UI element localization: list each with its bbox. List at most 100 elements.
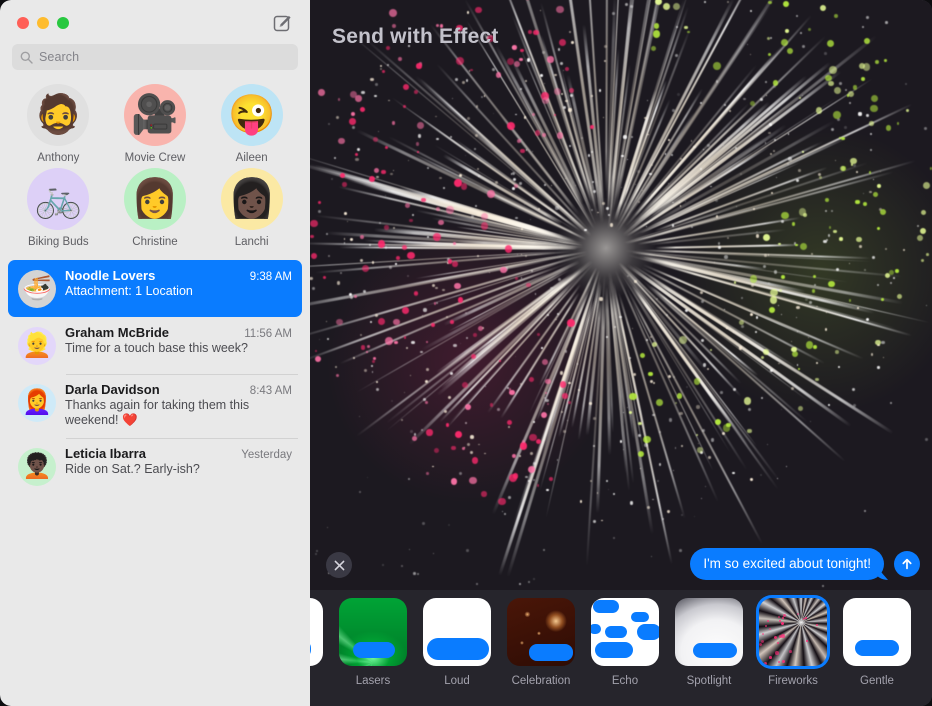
pinned-item-label: Lanchi xyxy=(234,236,269,248)
effect-thumbnail xyxy=(339,598,407,666)
conversation-preview: Attachment: 1 Location xyxy=(65,284,193,298)
mini-bubble xyxy=(637,624,659,640)
pinned-conversations-grid: 🧔 Anthony 🎥 Movie Crew 😜 Aileen 🚲 Biking… xyxy=(0,70,310,252)
pinned-item-label: Aileen xyxy=(235,152,268,164)
close-window-button[interactable] xyxy=(17,17,29,29)
effect-label: Loud xyxy=(444,675,470,687)
search-input[interactable]: Search xyxy=(12,44,298,70)
conversation-time: 11:56 AM xyxy=(244,328,292,340)
maximize-window-button[interactable] xyxy=(57,17,69,29)
conversation-time: 8:43 AM xyxy=(249,385,292,397)
effect-preview-stage: Send with Effect xyxy=(310,0,932,590)
compose-pencil-square-icon[interactable] xyxy=(273,13,294,34)
conversation-body: Darla Davidson 8:43 AM Thanks again for … xyxy=(65,382,292,429)
table-row[interactable]: 🧑🏿‍🦱 Leticia Ibarra Yesterday Ride on Sa… xyxy=(8,437,302,495)
effect-thumbnail xyxy=(310,598,323,666)
mini-bubble xyxy=(529,644,573,661)
conversation-header: Graham McBride 11:56 AM xyxy=(65,325,292,340)
mini-bubble xyxy=(593,600,619,613)
table-row[interactable]: 🍜 Noodle Lovers 9:38 AM Attachment: 1 Lo… xyxy=(8,260,302,317)
mini-bubble xyxy=(595,642,633,658)
effect-item-echo[interactable]: Echo xyxy=(591,598,659,687)
effect-thumbnail xyxy=(423,598,491,666)
effect-item-loud[interactable]: Loud xyxy=(423,598,491,687)
effect-item-spotlight[interactable]: Spotlight xyxy=(675,598,743,687)
conversation-name: Leticia Ibarra xyxy=(65,445,146,461)
pinned-item-lanchi[interactable]: 👩🏿 Lanchi xyxy=(203,168,300,248)
memoji-avatar: 🧔 xyxy=(27,84,90,146)
conversation-name: Graham McBride xyxy=(65,325,170,340)
mini-bubble xyxy=(310,640,311,658)
effect-item-fireworks[interactable]: Fireworks xyxy=(759,598,827,687)
minimize-window-button[interactable] xyxy=(37,17,49,29)
conversation-header: Darla Davidson 8:43 AM xyxy=(65,382,292,397)
effect-item-lasers[interactable]: Lasers xyxy=(339,598,407,687)
effect-item-celebration[interactable]: Celebration xyxy=(507,598,575,687)
conversation-preview: Thanks again for taking them this weeken… xyxy=(65,398,250,428)
pinned-item-anthony[interactable]: 🧔 Anthony xyxy=(10,84,107,164)
list-divider xyxy=(66,374,298,375)
effect-label: Echo xyxy=(611,675,639,687)
send-arrow-up-icon xyxy=(902,558,912,570)
effect-item-partial[interactable] xyxy=(310,598,323,687)
message-preview-row: I'm so excited about tonight! xyxy=(310,548,932,588)
pinned-item-aileen[interactable]: 😜 Aileen xyxy=(203,84,300,164)
search-icon xyxy=(20,51,33,64)
noodle-bowl-avatar: 🍜 xyxy=(18,270,56,308)
pinned-item-label: Christine xyxy=(132,236,178,248)
search-bar-wrapper: Search xyxy=(0,44,310,70)
titlebar xyxy=(0,0,310,44)
pinned-item-label: Biking Buds xyxy=(27,236,89,248)
effect-label: Spotlight xyxy=(686,675,732,687)
message-bubble: I'm so excited about tonight! xyxy=(690,548,884,580)
conversation-body: Noodle Lovers 9:38 AM Attachment: 1 Loca… xyxy=(65,268,292,308)
close-x-icon xyxy=(334,560,344,570)
conversation-header: Noodle Lovers 9:38 AM xyxy=(65,268,292,283)
bicycle-avatar: 🚲 xyxy=(27,168,90,230)
pinned-item-label: Anthony xyxy=(37,152,80,164)
sidebar: Search 🧔 Anthony 🎥 Movie Crew 😜 Aileen 🚲 xyxy=(0,0,310,706)
table-row[interactable]: 👩‍🦰 Darla Davidson 8:43 AM Thanks again … xyxy=(8,374,302,438)
conversation-name: Darla Davidson xyxy=(65,382,160,397)
effect-thumbnail xyxy=(759,598,827,666)
conversation-name: Noodle Lovers xyxy=(65,268,156,283)
mini-bubble xyxy=(605,626,627,638)
effect-thumbnail xyxy=(591,598,659,666)
conversation-body: Leticia Ibarra Yesterday Ride on Sat.? E… xyxy=(65,446,292,486)
mini-bubble xyxy=(353,642,395,658)
send-button[interactable] xyxy=(894,551,920,577)
main-pane: Send with Effect I'm so excited about to… xyxy=(310,0,932,706)
pinned-item-biking-buds[interactable]: 🚲 Biking Buds xyxy=(10,168,107,248)
list-divider xyxy=(66,437,298,439)
memoji-avatar: 👩‍🦰 xyxy=(18,384,56,422)
mini-bubble xyxy=(591,624,601,634)
mini-bubble xyxy=(631,612,649,622)
conversation-list: 🍜 Noodle Lovers 9:38 AM Attachment: 1 Lo… xyxy=(0,252,310,495)
effect-label: Celebration xyxy=(511,675,571,687)
effects-tray[interactable]: Lasers Loud Celebration Echo Spotlight F… xyxy=(310,590,932,706)
mini-bubble xyxy=(693,643,737,658)
mini-bubble xyxy=(427,638,489,660)
conversation-preview: Time for a touch base this week? xyxy=(65,341,248,355)
memoji-avatar: 👩 xyxy=(123,168,186,230)
effects-tray-scroller[interactable]: Lasers Loud Celebration Echo Spotlight F… xyxy=(310,598,911,687)
pinned-item-movie-crew[interactable]: 🎥 Movie Crew xyxy=(107,84,204,164)
table-row[interactable]: 👱 Graham McBride 11:56 AM Time for a tou… xyxy=(8,317,302,374)
conversation-time: 9:38 AM xyxy=(249,271,292,283)
traffic-lights xyxy=(17,17,69,29)
search-placeholder: Search xyxy=(39,50,80,64)
messages-window: Search 🧔 Anthony 🎥 Movie Crew 😜 Aileen 🚲 xyxy=(0,0,932,706)
effect-item-gentle[interactable]: Gentle xyxy=(843,598,911,687)
conversation-body: Graham McBride 11:56 AM Time for a touch… xyxy=(65,325,292,365)
pinned-item-label: Movie Crew xyxy=(124,152,186,164)
memoji-avatar: 😜 xyxy=(220,84,283,146)
conversation-time: Yesterday xyxy=(241,448,292,461)
memoji-avatar: 👱 xyxy=(18,327,56,365)
effect-thumbnail xyxy=(675,598,743,666)
close-button[interactable] xyxy=(326,552,352,578)
memoji-avatar: 👩🏿 xyxy=(220,168,283,230)
effect-label: Fireworks xyxy=(768,675,818,687)
conversation-header: Leticia Ibarra Yesterday xyxy=(65,446,292,461)
effect-label: Gentle xyxy=(860,675,894,687)
pinned-item-christine[interactable]: 👩 Christine xyxy=(107,168,204,248)
